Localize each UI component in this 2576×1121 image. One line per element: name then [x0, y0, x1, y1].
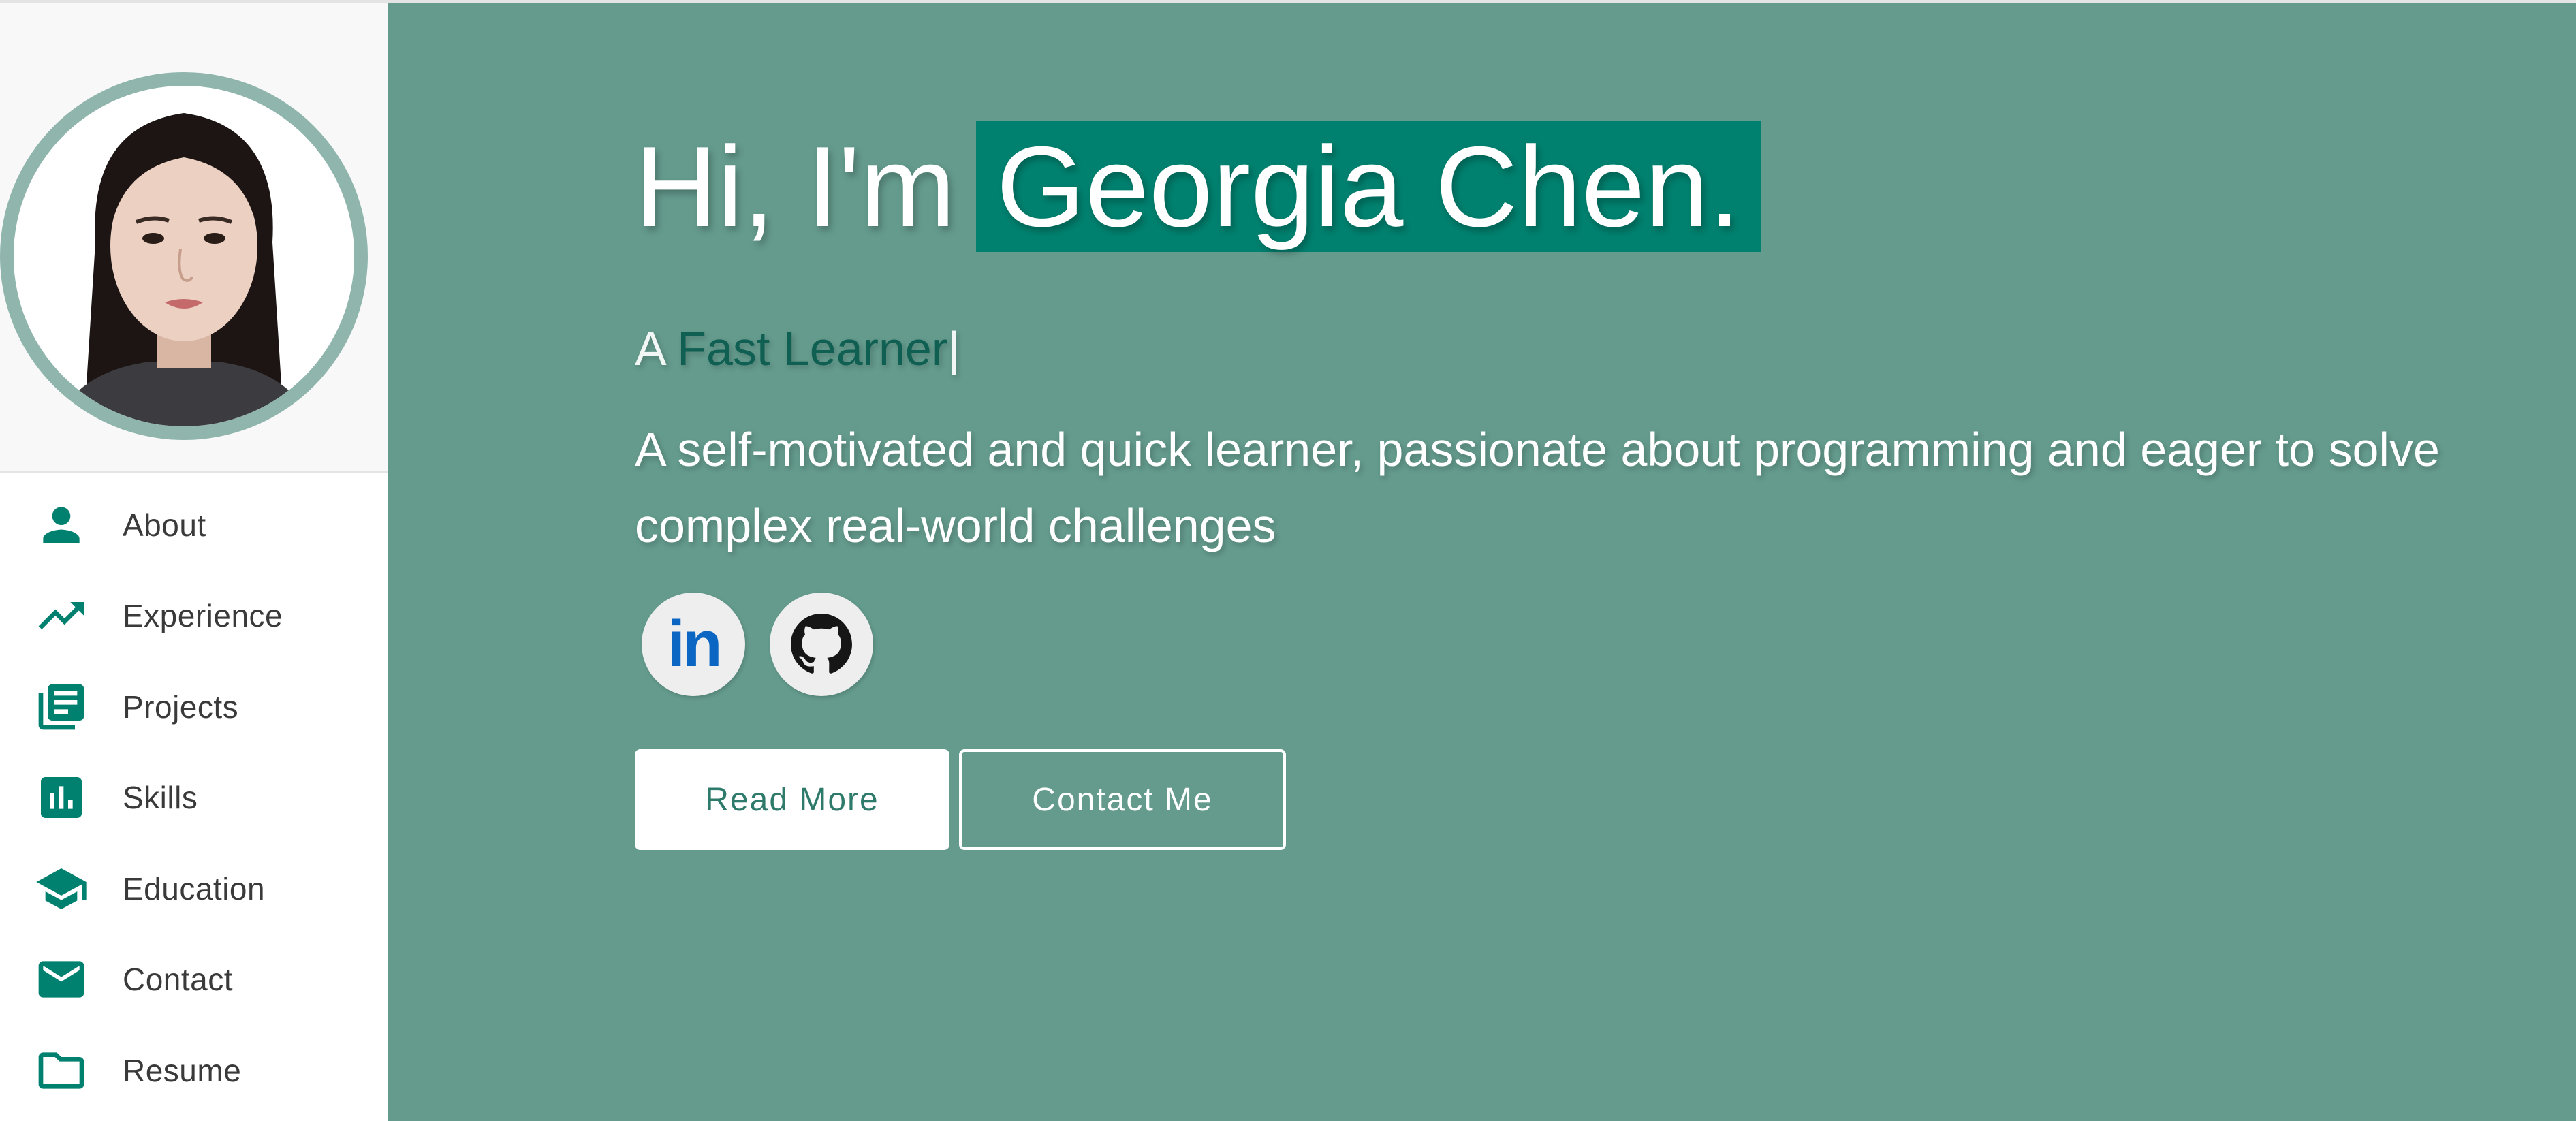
sidebar-item-contact[interactable]: Contact — [0, 934, 388, 1026]
sidebar-item-label: Experience — [123, 598, 283, 634]
hero-greeting: Hi, I'm — [635, 123, 956, 251]
folder-icon — [34, 1043, 89, 1098]
profile-panel — [0, 3, 388, 473]
library-books-icon — [34, 680, 89, 734]
graduation-cap-icon — [34, 862, 89, 916]
hero-title: Hi, I'm Georgia Chen. — [635, 119, 1761, 255]
hero-actions: Read More Contact Me — [635, 749, 1286, 850]
bar-chart-icon — [34, 770, 89, 825]
sidebar: About Experience Projects Skills Educati… — [0, 3, 388, 1121]
hero-section: Hi, I'm Georgia Chen. A Fast Learner| A s… — [388, 3, 2576, 1121]
github-button[interactable] — [770, 593, 873, 696]
sidebar-item-experience[interactable]: Experience — [0, 571, 388, 662]
hero-subtitle: A Fast Learner| — [635, 321, 960, 376]
github-icon — [791, 614, 852, 674]
page: About Experience Projects Skills Educati… — [0, 0, 2576, 1121]
avatar — [0, 72, 368, 440]
linkedin-button[interactable]: in — [642, 593, 745, 696]
sidebar-item-projects[interactable]: Projects — [0, 661, 388, 753]
sidebar-item-education[interactable]: Education — [0, 843, 388, 934]
subtitle-typed-text: Fast Learner — [677, 322, 948, 375]
sidebar-item-label: Education — [123, 870, 266, 906]
portrait-illustration — [14, 86, 354, 426]
hero-name: Georgia Chen. — [975, 121, 1761, 252]
trending-up-icon — [34, 588, 89, 643]
sidebar-item-label: Projects — [123, 689, 239, 725]
sidebar-item-label: Contact — [123, 962, 234, 998]
sidebar-nav: About Experience Projects Skills Educati… — [0, 479, 388, 1116]
sidebar-item-label: Skills — [123, 780, 198, 816]
person-icon — [34, 498, 89, 552]
sidebar-item-label: Resume — [123, 1052, 242, 1088]
sidebar-item-resume[interactable]: Resume — [0, 1025, 388, 1116]
sidebar-item-skills[interactable]: Skills — [0, 753, 388, 844]
subtitle-prefix: A — [635, 322, 664, 375]
typing-cursor: | — [947, 322, 960, 375]
hero-description: A self-motivated and quick learner, pass… — [635, 423, 2440, 552]
read-more-button[interactable]: Read More — [635, 749, 949, 850]
avatar-photo — [14, 86, 354, 426]
linkedin-icon: in — [667, 607, 722, 680]
sidebar-item-label: About — [123, 507, 206, 543]
contact-me-button[interactable]: Contact Me — [959, 749, 1286, 850]
social-links: in — [642, 593, 873, 696]
sidebar-item-about[interactable]: About — [0, 479, 388, 571]
mail-icon — [34, 952, 89, 1007]
